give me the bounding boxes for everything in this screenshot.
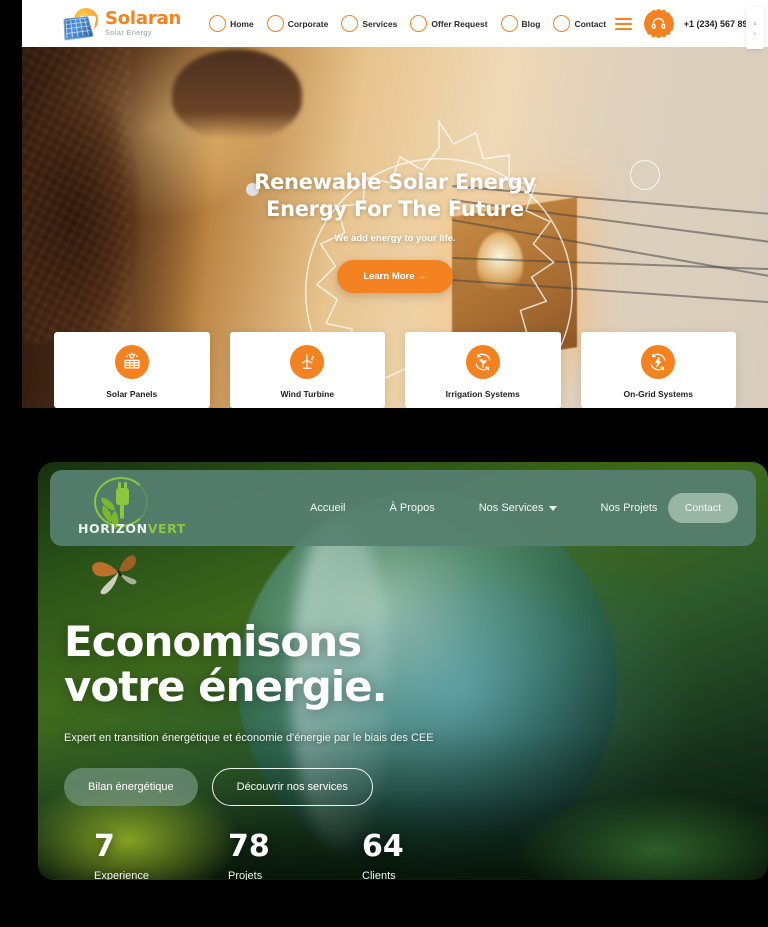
solar-panel-sun-logo-icon <box>63 7 100 41</box>
nav-item-nos-services[interactable]: Nos Services <box>479 502 557 514</box>
nav-item-blog[interactable]: Blog <box>495 15 547 32</box>
nav-label: Nos Services <box>478 502 544 514</box>
solaran-header-right: +1 (234) 567 89 10 <box>613 8 760 39</box>
nav-item-accueil[interactable]: Accueil <box>310 502 345 514</box>
contact-button[interactable]: Contact <box>667 493 738 523</box>
hero-stats: 7 Experience 78 Projets 64 Clients <box>64 828 742 880</box>
nav-item-services[interactable]: Services <box>335 15 403 32</box>
bilan-energetique-button[interactable]: Bilan énergétique <box>64 767 198 806</box>
nav-item-contact[interactable]: Contact <box>547 15 612 32</box>
service-label: On-Grid Systems <box>623 389 693 399</box>
nav-label: Nos Projets <box>600 502 658 514</box>
horizonvert-navbar: HORIZONVERT Accueil À Propos Nos Service… <box>50 470 756 546</box>
circle-outline-icon <box>266 15 284 32</box>
hero-title-line2: Energy For The Future <box>266 197 524 222</box>
nav-label: Blog <box>521 18 541 29</box>
hero-title-line1: Economisons <box>64 617 362 666</box>
nav-item-corporate[interactable]: Corporate <box>261 15 335 32</box>
solaran-logo-text: Solaran Solar Energy <box>105 10 181 37</box>
solaran-logo-tagline: Solar Energy <box>105 28 152 38</box>
logo-name-part-b: VERT <box>147 521 186 536</box>
stat-label: Projets <box>228 869 263 880</box>
solaran-logo[interactable]: Solaran Solar Energy <box>63 7 181 41</box>
solaran-website-card: Solaran Solar Energy Home Corporate Serv… <box>22 0 768 408</box>
nav-item-nos-projets[interactable]: Nos Projets <box>601 502 658 514</box>
nav-label: Accueil <box>310 502 346 514</box>
edge-widget-line1: B <box>753 20 757 26</box>
solaran-logo-name: Solaran <box>105 8 182 30</box>
circle-outline-icon <box>341 15 359 32</box>
service-card-on-grid-systems[interactable]: On-Grid Systems <box>580 332 736 408</box>
horizonvert-nav-links: Accueil À Propos Nos Services Nos Projet… <box>310 502 657 514</box>
service-card-wind-turbine[interactable]: Wind Turbine <box>229 332 385 408</box>
circle-outline-icon <box>209 15 227 32</box>
logo-name-part-a: HORIZON <box>78 521 148 536</box>
nav-label: Home <box>230 18 254 29</box>
wind-turbine-icon <box>290 345 325 379</box>
headset-support-icon[interactable] <box>643 8 674 39</box>
stat-label: Clients <box>362 869 396 880</box>
stat-experience: 7 Experience <box>94 828 166 880</box>
learn-more-button[interactable]: Learn More → <box>337 259 453 293</box>
hero-title: Renewable Solar Energy Energy For The Fu… <box>254 169 536 224</box>
chevron-down-icon <box>548 505 557 511</box>
nav-label: Offer Request <box>431 18 488 29</box>
hero-title-line1: Renewable Solar Energy <box>254 170 536 194</box>
horizonvert-website-card: HORIZONVERT Accueil À Propos Nos Service… <box>38 462 768 880</box>
solaran-nav: Home Corporate Services Offer Request Bl… <box>203 15 612 32</box>
service-label: Solar Panels <box>106 389 158 399</box>
hero-title-line2: votre énergie. <box>64 661 388 711</box>
stat-clients: 64 Clients <box>362 828 434 880</box>
circle-outline-icon <box>500 15 518 32</box>
solaran-header: Solaran Solar Energy Home Corporate Serv… <box>22 0 768 47</box>
solaran-hero: Renewable Solar Energy Energy For The Fu… <box>22 47 768 408</box>
nav-item-offer-request[interactable]: Offer Request <box>404 15 493 32</box>
hero-subtitle: We add energy to your life. <box>334 232 456 244</box>
nav-item-a-propos[interactable]: À Propos <box>389 502 434 514</box>
nav-label: À Propos <box>389 502 435 514</box>
service-label: Wind Turbine <box>280 389 335 399</box>
stat-label: Experience <box>94 869 150 880</box>
hero-subtitle: Expert en transition énergétique et écon… <box>64 731 434 744</box>
service-cards: Solar Panels Wind Turbine Irrigation Sys… <box>22 332 768 408</box>
stat-value: 64 <box>362 828 404 864</box>
nav-item-home[interactable]: Home <box>203 15 260 32</box>
hamburger-menu-icon[interactable] <box>613 16 634 32</box>
hero-title: Economisons votre énergie. <box>64 617 742 711</box>
stat-value: 7 <box>94 828 115 864</box>
nav-label: Corporate <box>287 18 329 29</box>
service-card-solar-panels[interactable]: Solar Panels <box>54 332 210 408</box>
plant-recycle-icon <box>465 345 500 379</box>
horizonvert-logo-text: HORIZONVERT <box>78 521 186 536</box>
decouvrir-nos-services-button[interactable]: Découvrir nos services <box>211 767 373 806</box>
nav-label: Services <box>362 18 398 29</box>
edge-widget-line2: C <box>753 30 757 36</box>
stat-value: 78 <box>228 828 270 864</box>
stat-projets: 78 Projets <box>228 828 300 880</box>
solar-panel-icon <box>114 345 149 379</box>
circle-outline-icon <box>410 15 428 32</box>
hero-buttons: Bilan énergétique Découvrir nos services <box>64 767 742 806</box>
horizonvert-hero: Economisons votre énergie. Expert en tra… <box>38 558 768 880</box>
circle-outline-icon <box>553 15 571 32</box>
nav-label: Contact <box>574 18 607 29</box>
bolt-recycle-icon <box>641 345 676 379</box>
screenshot-stage: Solaran Solar Energy Home Corporate Serv… <box>0 0 768 927</box>
edge-side-widget[interactable]: B C <box>746 7 764 49</box>
service-label: Irrigation Systems <box>445 389 520 399</box>
horizonvert-logo[interactable]: HORIZONVERT <box>78 477 185 539</box>
service-card-irrigation-systems[interactable]: Irrigation Systems <box>405 332 561 408</box>
